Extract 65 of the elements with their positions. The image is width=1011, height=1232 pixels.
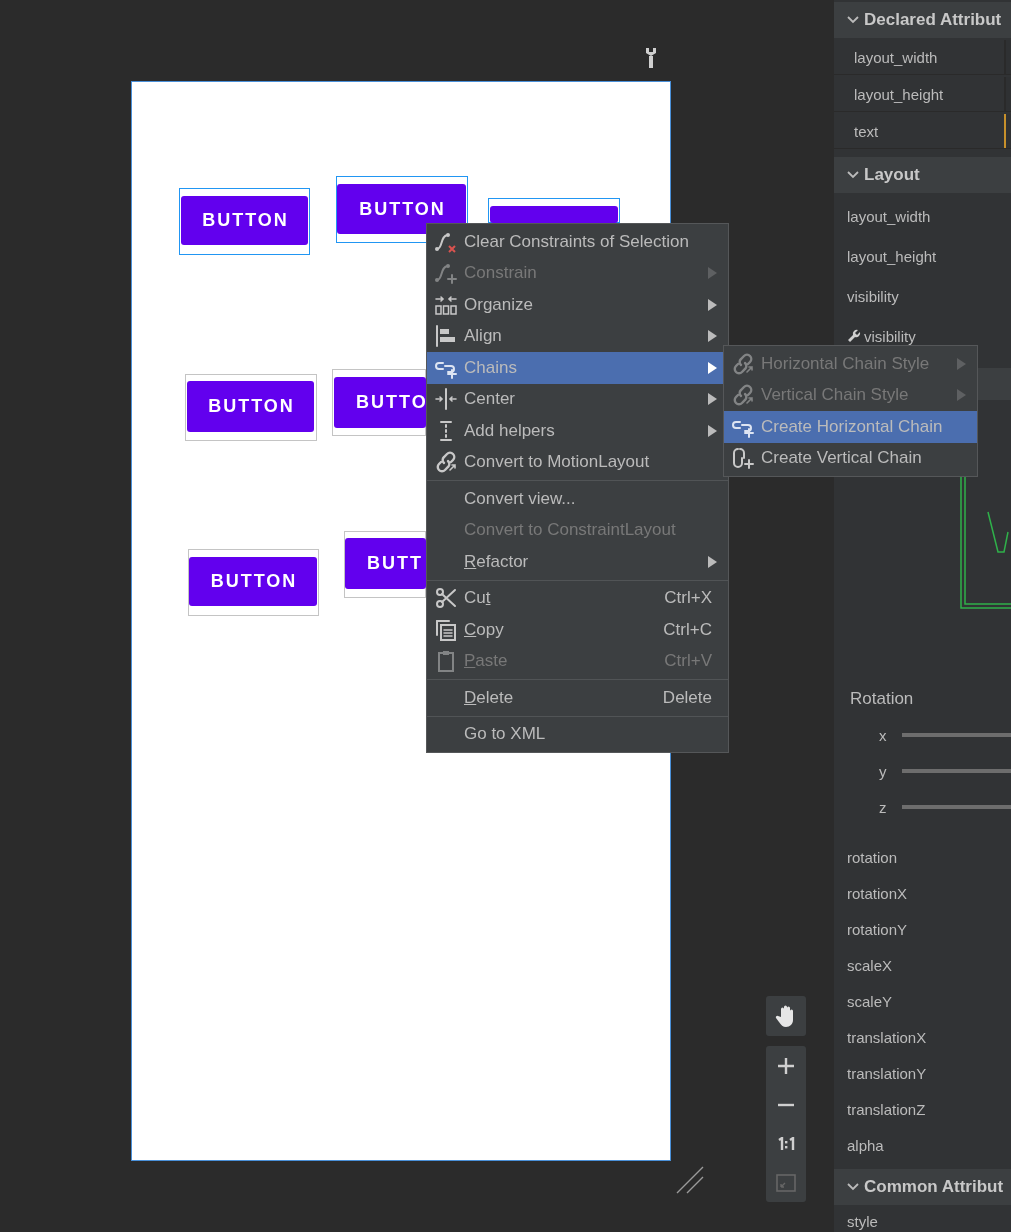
submenu-arrow-icon bbox=[708, 393, 717, 406]
attribute-label: translationX bbox=[847, 1028, 927, 1046]
button[interactable]: BUTTON bbox=[337, 184, 466, 234]
axis-label: y bbox=[879, 762, 887, 780]
axis-label: x bbox=[879, 726, 887, 744]
attribute-label: layout_height bbox=[847, 247, 937, 265]
button[interactable]: BUTT bbox=[345, 538, 426, 589]
section-header[interactable]: Declared Attribut bbox=[834, 2, 1011, 38]
submenu-arrow-icon bbox=[957, 357, 966, 370]
scissors-icon bbox=[433, 586, 458, 611]
center-arrows-icon bbox=[433, 387, 458, 412]
attribute-label: rotationX bbox=[847, 884, 908, 902]
rotation-slider[interactable] bbox=[901, 733, 1011, 737]
submenu-arrow-icon bbox=[957, 389, 966, 402]
menu-item[interactable]: Convert view... bbox=[427, 483, 728, 515]
rotation-label: Rotation bbox=[849, 688, 915, 710]
wrench-icon[interactable] bbox=[644, 47, 658, 69]
section-title: Declared Attribut bbox=[864, 10, 1002, 30]
attribute-label: translationY bbox=[847, 1064, 927, 1082]
submenu-arrow-icon bbox=[708, 361, 717, 374]
attribute-label: layout_width bbox=[847, 207, 931, 225]
zoom-in-icon[interactable] bbox=[777, 1056, 795, 1075]
wrench-icon bbox=[847, 329, 861, 343]
curve-plus-icon bbox=[433, 261, 458, 286]
attribute-label: style bbox=[847, 1212, 878, 1230]
zoom-out-icon[interactable] bbox=[777, 1102, 795, 1107]
submenu-arrow-icon bbox=[708, 330, 717, 343]
section-title: Common Attribut bbox=[864, 1177, 1004, 1197]
attribute-label: scaleX bbox=[847, 956, 893, 974]
menu-item[interactable]: Refactor bbox=[427, 546, 728, 578]
menu-item[interactable]: Organize bbox=[427, 289, 728, 321]
attribute-label: visibility bbox=[847, 287, 899, 305]
rotation-slider[interactable] bbox=[901, 805, 1011, 809]
align-left-icon bbox=[433, 324, 458, 349]
submenu-arrow-icon bbox=[708, 424, 717, 437]
attribute-label: layout_width bbox=[853, 48, 939, 66]
attribute-label: text bbox=[853, 122, 880, 140]
attribute-label: visibility bbox=[864, 327, 916, 345]
resize-handle-icon[interactable] bbox=[676, 1166, 704, 1194]
section-header[interactable]: Layout bbox=[834, 157, 1011, 193]
rotation-slider[interactable] bbox=[901, 769, 1011, 773]
menu-item[interactable]: Delete Delete bbox=[427, 682, 728, 714]
attribute-label: rotation bbox=[847, 848, 898, 866]
button[interactable]: BUTTON bbox=[187, 381, 314, 432]
attribute-label: alpha bbox=[847, 1136, 884, 1154]
menu-item[interactable]: Go to XML bbox=[427, 718, 728, 750]
menu-item[interactable]: Cut Ctrl+X bbox=[427, 582, 728, 614]
button[interactable]: BUTTON bbox=[181, 196, 308, 245]
submenu-arrow-icon bbox=[708, 555, 717, 568]
attribute-label: translationZ bbox=[847, 1100, 926, 1118]
attribute-label: scaleY bbox=[847, 992, 893, 1010]
button[interactable]: BUTTON bbox=[189, 557, 317, 606]
menu-item[interactable]: Create Vertical Chain bbox=[724, 442, 977, 474]
actual-size-icon[interactable] bbox=[776, 1136, 796, 1151]
axis-label: z bbox=[879, 798, 887, 816]
attribute-label: layout_height bbox=[853, 85, 945, 103]
section-header[interactable]: Common Attribut bbox=[834, 1169, 1011, 1205]
button[interactable]: BUTTO bbox=[334, 377, 426, 428]
submenu-arrow-icon bbox=[708, 298, 717, 311]
submenu-arrow-icon bbox=[708, 267, 717, 280]
attribute-label: rotationY bbox=[847, 920, 908, 938]
section-title: Layout bbox=[864, 165, 920, 185]
copy-icon bbox=[433, 617, 458, 642]
menu-item[interactable]: Copy Ctrl+C bbox=[427, 614, 728, 646]
link-plus-icon bbox=[730, 446, 755, 471]
